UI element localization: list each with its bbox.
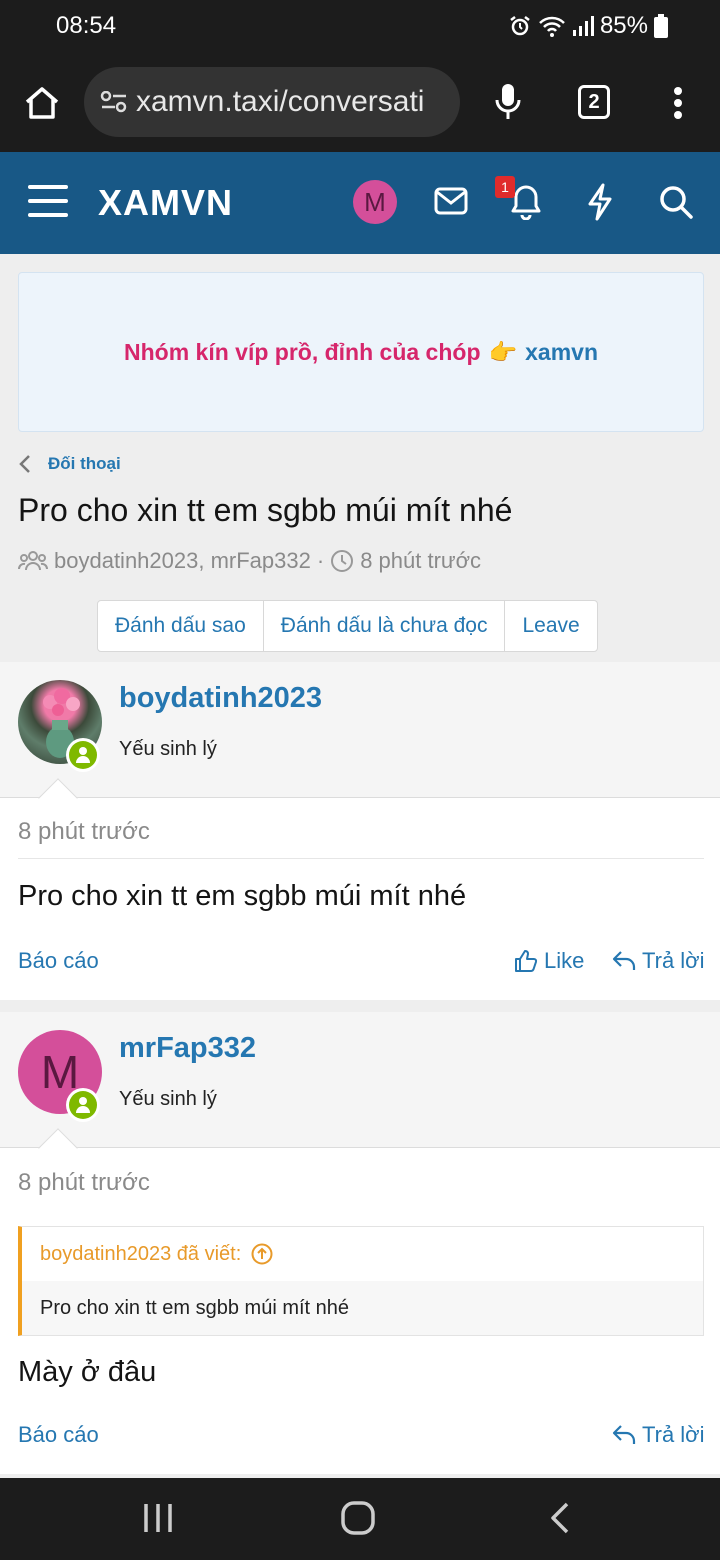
- participants-list[interactable]: boydatinh2023, mrFap332: [54, 548, 311, 574]
- quote-author[interactable]: boydatinh2023 đã viết:: [40, 1243, 241, 1266]
- message: boydatinh2023 Yếu sinh lý 8 phút trước P…: [0, 662, 720, 1000]
- quote-header[interactable]: boydatinh2023 đã viết:: [22, 1227, 703, 1281]
- battery-percent: 85%: [599, 12, 648, 39]
- breadcrumb-conversations[interactable]: Đối thoại: [48, 454, 121, 474]
- microphone-icon[interactable]: [494, 82, 522, 122]
- page-title: Pro cho xin tt em sgbb múi mít nhé: [18, 492, 513, 528]
- home-nav-icon[interactable]: [340, 1500, 376, 1536]
- inbox-icon[interactable]: [434, 187, 468, 215]
- reply-label: Trả lời: [642, 1422, 705, 1447]
- conversation-actions: Đánh dấu sao Đánh dấu là chưa đọc Leave: [97, 600, 598, 652]
- banner-text: Nhóm kín víp prồ, đỉnh của chóp: [123, 338, 481, 365]
- leave-button[interactable]: Leave: [505, 601, 596, 651]
- message-user-block: M mrFap332 Yếu sinh lý: [0, 1012, 720, 1148]
- arrow-up-circle-icon[interactable]: [251, 1243, 273, 1265]
- star-button[interactable]: Đánh dấu sao: [98, 601, 264, 651]
- more-options-icon[interactable]: [672, 86, 684, 120]
- banner-link[interactable]: xamvn: [525, 339, 598, 366]
- status-icons: 85%: [508, 12, 668, 40]
- mark-unread-button[interactable]: Đánh dấu là chưa đọc: [264, 601, 506, 651]
- divider: [18, 858, 704, 859]
- user-title: Yếu sinh lý: [119, 738, 217, 760]
- signal-icon: [572, 16, 594, 36]
- meta-separator: ·: [316, 548, 325, 573]
- status-time: 08:54: [56, 12, 117, 39]
- search-icon[interactable]: [658, 184, 694, 220]
- site-header: XAMVN M 1: [0, 152, 720, 254]
- site-settings-icon[interactable]: [100, 91, 128, 113]
- message-time[interactable]: 8 phút trước: [18, 818, 150, 846]
- conversation-time: 8 phút trước: [360, 548, 482, 573]
- promo-banner[interactable]: Nhóm kín víp prồ, đỉnh của chóp 👉 xamvn: [18, 272, 704, 432]
- participants-icon: [18, 551, 48, 571]
- recent-apps-icon[interactable]: [142, 1502, 174, 1534]
- url-text: xamvn.taxi/conversati: [136, 85, 425, 118]
- notification-badge: 1: [495, 176, 515, 198]
- online-indicator: [66, 738, 100, 772]
- reply-icon: [612, 951, 636, 970]
- notification-count: 1: [501, 179, 509, 195]
- menu-icon[interactable]: [28, 183, 68, 219]
- message-user-block: boydatinh2023 Yếu sinh lý: [0, 662, 720, 798]
- clock-icon: [331, 550, 354, 572]
- message-body: Pro cho xin tt em sgbb múi mít nhé: [18, 880, 467, 912]
- reply-icon: [612, 1425, 636, 1444]
- tab-switcher-button[interactable]: 2: [578, 85, 610, 119]
- address-bar[interactable]: xamvn.taxi/conversati: [84, 67, 460, 137]
- reply-button[interactable]: Trả lời: [612, 948, 705, 974]
- pointing-hand-emoji: 👉: [488, 338, 518, 365]
- conversation-meta: boydatinh2023, mrFap332 · 8 phút trước: [18, 548, 481, 574]
- breadcrumb[interactable]: Đối thoại: [18, 450, 121, 478]
- quote-body: Pro cho xin tt em sgbb múi mít nhé: [22, 1281, 703, 1335]
- account-avatar-letter: M: [364, 186, 386, 217]
- user-online-icon: [76, 747, 90, 763]
- tab-count: 2: [588, 90, 600, 113]
- message-body: Mày ở đâu: [18, 1356, 157, 1388]
- wifi-icon: [539, 16, 565, 37]
- username-link[interactable]: mrFap332: [119, 1032, 256, 1065]
- site-logo[interactable]: XAMVN: [98, 182, 233, 224]
- lightning-icon[interactable]: [586, 183, 614, 221]
- message-time[interactable]: 8 phút trước: [18, 1169, 150, 1197]
- thumbs-up-icon: [515, 950, 538, 972]
- alarm-icon: [510, 16, 530, 36]
- battery-icon: [654, 14, 668, 38]
- home-icon[interactable]: [24, 86, 60, 120]
- system-nav-bar: [0, 1478, 720, 1560]
- account-avatar[interactable]: M: [353, 180, 397, 224]
- report-link[interactable]: Báo cáo: [18, 948, 99, 974]
- status-bar: 08:54 85%: [0, 0, 720, 52]
- like-label: Like: [544, 948, 585, 973]
- like-button[interactable]: Like: [514, 948, 584, 974]
- browser-toolbar: xamvn.taxi/conversati 2: [0, 52, 720, 152]
- online-indicator: [66, 1088, 100, 1122]
- reply-label: Trả lời: [642, 948, 705, 973]
- message: M mrFap332 Yếu sinh lý 8 phút trước boyd…: [0, 1012, 720, 1474]
- user-title: Yếu sinh lý: [119, 1088, 217, 1110]
- quote-block: boydatinh2023 đã viết: Pro cho xin tt em…: [18, 1226, 704, 1336]
- user-online-icon: [76, 1097, 90, 1113]
- report-link[interactable]: Báo cáo: [18, 1422, 99, 1448]
- back-icon[interactable]: [548, 1500, 572, 1536]
- chevron-left-icon: [19, 455, 30, 473]
- reply-button[interactable]: Trả lời: [612, 1422, 705, 1448]
- username-link[interactable]: boydatinh2023: [119, 682, 322, 715]
